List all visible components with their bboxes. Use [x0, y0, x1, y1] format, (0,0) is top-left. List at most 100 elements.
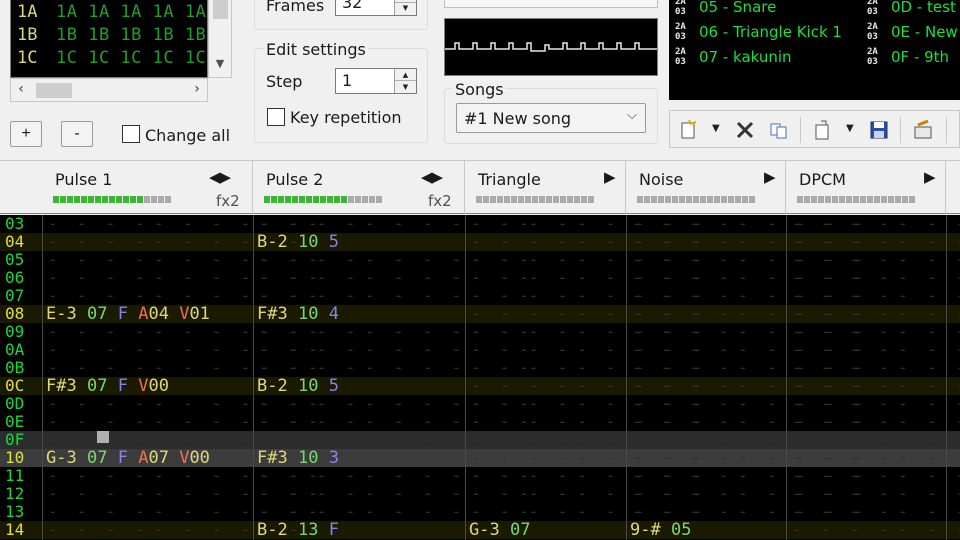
empty-cell[interactable]: - - - - - - - - - [792, 485, 960, 503]
vscroll-thumb[interactable] [213, 0, 228, 19]
scroll-left-icon[interactable]: ‹ [11, 81, 31, 97]
clone-instrument-icon[interactable] [768, 119, 790, 141]
empty-cell[interactable]: - - - - - - - - - [792, 305, 960, 323]
spin-down-icon[interactable]: ▼ [395, 3, 416, 13]
pattern-row[interactable]: 0E - - - - - - - - - - -- - - - - - - - -… [0, 413, 960, 431]
channel-expand-arrow-icon[interactable]: ▶ [924, 168, 936, 186]
instrument-item[interactable]: 2A03 0E - New in [867, 21, 960, 45]
pattern-row[interactable]: 04- - - - - - - - - - - B-2 10 5 - - - - … [0, 233, 960, 251]
key-repetition-checkbox[interactable] [267, 108, 285, 126]
empty-cell[interactable]: - - - - - - - - - [792, 341, 960, 359]
pattern-row[interactable]: 11- - - - - - - - - - -- - - - - - - - -… [0, 467, 960, 485]
chevron-down-icon[interactable]: ⌵ [627, 108, 637, 123]
pattern-cell[interactable]: F#3 07 F V00 [46, 377, 169, 395]
empty-cell[interactable]: - - - - - - - - - [792, 323, 960, 341]
pattern-cell[interactable]: G-3 07 [469, 521, 551, 539]
pattern-row[interactable]: 0C F#3 07 F V00 B-2 10 5 - - - - - - - - -… [0, 377, 960, 395]
pattern-cell[interactable]: B-2 13 F [257, 521, 349, 539]
frame-list-hscroll[interactable]: ‹ › [10, 78, 208, 102]
channel-expand-arrow-icon[interactable]: ◀▶ [209, 168, 231, 186]
frame-row-patterns[interactable]: 1B 1B 1B 1B 1B [56, 24, 206, 46]
new-instrument-icon[interactable] [678, 119, 700, 141]
empty-cell[interactable]: - - - - - - - - - [792, 467, 960, 485]
pattern-row[interactable]: 12- - - - - - - - - - -- - - - - - - - -… [0, 485, 960, 503]
pattern-row[interactable]: 07- - - - - - - - - - -- - - - - - - - -… [0, 287, 960, 305]
pattern-row[interactable]: 14- - - - - - - - - - - B-2 13 F G-3 07 9… [0, 521, 960, 539]
load-instrument-dropdown-icon[interactable]: ▼ [846, 123, 854, 134]
channel-divider [42, 215, 43, 540]
pattern-cell[interactable]: B-2 10 5 [257, 377, 349, 395]
instrument-list[interactable]: 2A 03 05 - Snare 2A 03 06 - Triangle Kick 1 2A… [669, 0, 960, 100]
channel-header-noi[interactable]: Noise ▶ [626, 161, 786, 215]
pattern-cell[interactable]: F#3 10 3 [257, 449, 349, 467]
status-box [444, 0, 658, 8]
channel-header-tri[interactable]: Triangle ▶ [465, 161, 626, 215]
empty-cell[interactable]: - - - - - - - - - [792, 395, 960, 413]
pattern-cell[interactable]: B-2 10 5 [257, 233, 349, 251]
instrument-item[interactable]: 2A 03 05 - Snare [675, 0, 865, 20]
pattern-row[interactable]: 0F - - - - - - - - - - -- - - - - - - - -… [0, 431, 960, 449]
pattern-row[interactable]: 03- - - - - - - - - - -- - - - - - - - -… [0, 215, 960, 233]
instrument-item[interactable]: 2A03 0D - test D [867, 0, 960, 20]
empty-cell[interactable]: - - - - - - - - - [792, 215, 960, 233]
new-instrument-dropdown-icon[interactable]: ▼ [712, 123, 720, 134]
empty-cell[interactable]: - - - - - - - - - [792, 449, 960, 467]
channel-header-dpcm[interactable]: DPCM ▶ [786, 161, 946, 215]
pattern-row[interactable]: 05- - - - - - - - - - -- - - - - - - - -… [0, 251, 960, 269]
pattern-editor[interactable]: 03- - - - - - - - - - -- - - - - - - - -… [0, 215, 960, 540]
edit-instrument-icon[interactable] [912, 119, 934, 141]
empty-cell[interactable]: - - - - - - - - - [792, 269, 960, 287]
song-select[interactable]: #1 New song ⌵ [456, 103, 646, 133]
row-number: 08 [5, 304, 25, 323]
add-frame-button[interactable]: + [10, 121, 42, 147]
spin-up-icon[interactable]: ▲ [395, 69, 416, 81]
instrument-item[interactable]: 2A 03 06 - Triangle Kick 1 [675, 21, 865, 45]
pattern-cell[interactable]: G-3 07 F A07 V00 [46, 449, 210, 467]
pattern-row[interactable]: 08 E-3 07 F A04 V01 F#3 10 4 - - - - - - -… [0, 305, 960, 323]
vu-segment [137, 196, 143, 203]
save-instrument-icon[interactable] [868, 119, 890, 141]
pattern-cell[interactable]: F#3 10 4 [257, 305, 349, 323]
scroll-down-icon[interactable]: ▼ [209, 57, 231, 70]
load-instrument-icon[interactable] [812, 119, 834, 141]
remove-frame-button[interactable]: - [61, 121, 93, 147]
channel-expand-arrow-icon[interactable]: ▶ [604, 168, 616, 186]
pattern-row[interactable]: 0D - - - - - - - - - - -- - - - - - - - -… [0, 395, 960, 413]
step-value[interactable]: 1 [342, 71, 352, 90]
pattern-row[interactable]: 0B - - - - - - - - - - -- - - - - - - - -… [0, 359, 960, 377]
channel-expand-arrow-icon[interactable]: ◀▶ [421, 168, 443, 186]
spin-down-icon[interactable]: ▼ [395, 81, 416, 93]
channel-header-p2[interactable]: Pulse 2 ◀▶ fx2 [253, 161, 465, 215]
instrument-item[interactable]: 2A 03 0F - 9th [867, 46, 960, 70]
empty-cell[interactable]: - - - - - - - - - [792, 251, 960, 269]
empty-cell[interactable]: - - - - - - - - - [792, 377, 960, 395]
frames-spinner[interactable]: 32 ▼ [335, 0, 417, 16]
channel-expand-arrow-icon[interactable]: ▶ [764, 168, 776, 186]
frames-value[interactable]: 32 [342, 0, 362, 12]
channel-header-p1[interactable]: Pulse 1 ◀▶ fx2 [42, 161, 253, 215]
pattern-row[interactable]: 09- - - - - - - - - - -- - - - - - - - -… [0, 323, 960, 341]
pattern-cell[interactable]: 9-# 05 [630, 521, 712, 539]
hscroll-thumb[interactable] [36, 83, 72, 98]
frame-list[interactable]: 1A 1A 1A 1A 1A 1A 1B 1B 1B 1B 1B 1B 1C 1C 1C … [10, 0, 208, 78]
pattern-cell[interactable]: E-3 07 F A04 V01 [46, 305, 210, 323]
empty-cell[interactable]: - - - - - - - - - [792, 359, 960, 377]
pattern-row[interactable]: 10 G-3 07 F A07 V00 F#3 10 3 - - - - - - -… [0, 449, 960, 467]
empty-cell[interactable]: - - - - - - - - - [792, 521, 960, 539]
pattern-row[interactable]: 06- - - - - - - - - - -- - - - - - - - -… [0, 269, 960, 287]
step-spinner[interactable]: 1 ▲ ▼ [335, 68, 417, 94]
pattern-row[interactable]: 13- - - - - - - - - - -- - - - - - - - -… [0, 503, 960, 521]
change-all-checkbox[interactable] [122, 125, 140, 143]
empty-cell[interactable]: - - - - - - - - - [792, 413, 960, 431]
pattern-row[interactable]: 0A - - - - - - - - - - -- - - - - - - - -… [0, 341, 960, 359]
empty-cell[interactable]: - - - - - - - - - [792, 431, 960, 449]
empty-cell[interactable]: - - - - - - - - - [792, 233, 960, 251]
empty-cell[interactable]: - - - - - - - - - [792, 503, 960, 521]
frame-list-vscroll[interactable]: ▼ [208, 0, 232, 78]
frame-row-patterns[interactable]: 1A 1A 1A 1A 1A [56, 1, 206, 23]
empty-cell[interactable]: - - - - - - - - - [792, 287, 960, 305]
delete-instrument-icon[interactable] [734, 119, 756, 141]
scroll-right-icon[interactable]: › [187, 81, 207, 97]
frame-row-patterns[interactable]: 1C 1C 1C 1C 1C [56, 47, 206, 69]
instrument-item[interactable]: 2A 03 07 - kakunin [675, 46, 865, 70]
